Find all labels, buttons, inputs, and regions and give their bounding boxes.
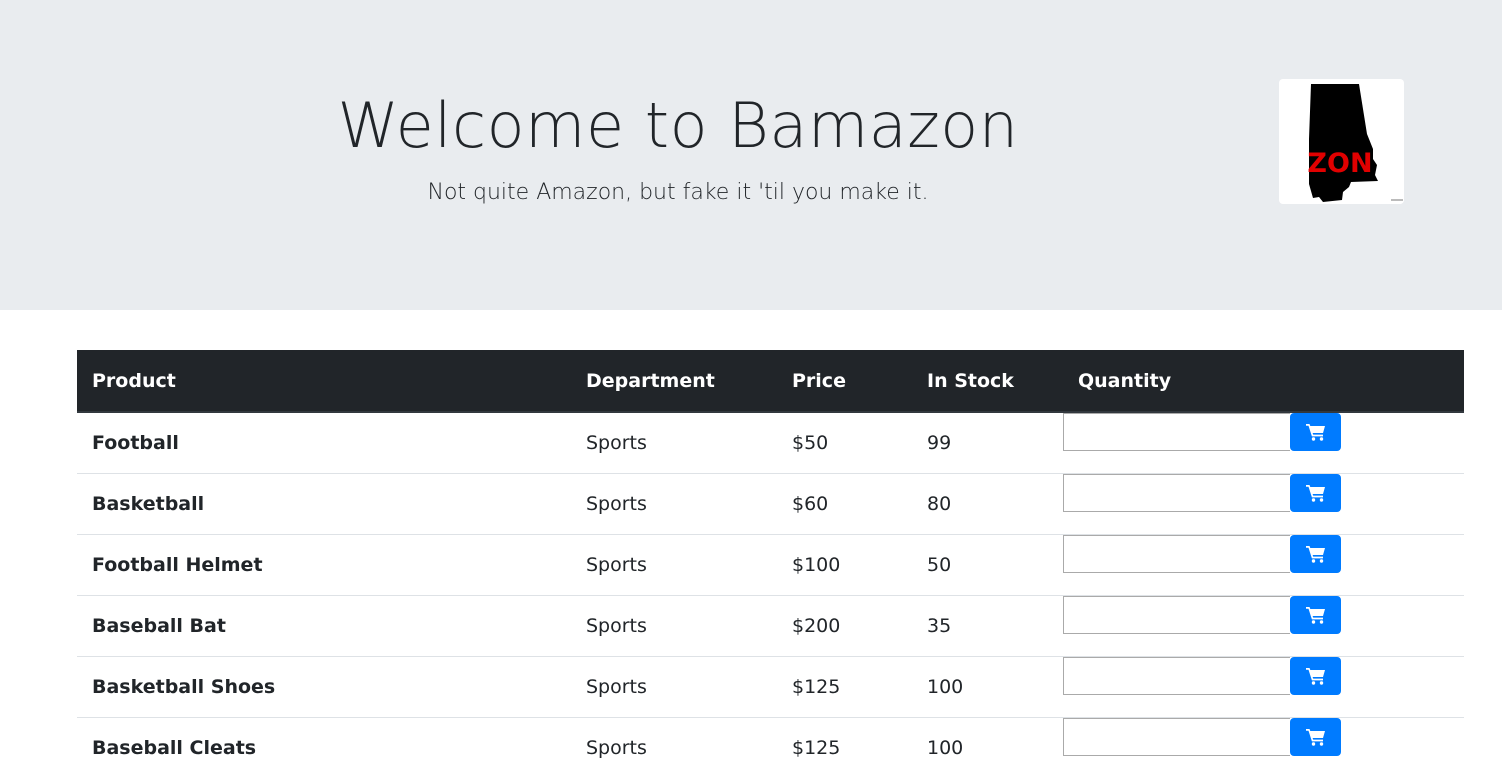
quantity-input[interactable] [1063, 534, 1290, 573]
quantity-input[interactable] [1063, 595, 1290, 634]
product-name: Basketball Shoes [77, 655, 571, 717]
quantity-cell [1063, 412, 1464, 473]
product-price: $60 [777, 472, 912, 534]
quantity-group [1063, 413, 1464, 451]
header-department: Department [571, 350, 777, 413]
add-to-cart-button[interactable] [1290, 534, 1341, 573]
quantity-cell [1063, 533, 1464, 595]
shopping-cart-icon [1305, 484, 1325, 502]
alabama-map-logo: ZON [1307, 84, 1403, 202]
product-stock: 35 [912, 594, 1063, 656]
quantity-group [1063, 534, 1464, 573]
table-row: Baseball Bat Sports $200 35 [77, 594, 1464, 656]
jumbotron: Welcome to Bamazon Not quite Amazon, but… [0, 0, 1502, 310]
product-department: Sports [571, 716, 777, 770]
header-price: Price [777, 350, 912, 413]
product-department: Sports [571, 533, 777, 595]
product-name: Basketball [77, 472, 571, 534]
products-table: Product Department Price In Stock Quanti… [77, 350, 1464, 770]
header-product: Product [77, 350, 571, 413]
table-row: Baseball Cleats Sports $125 100 [77, 716, 1464, 770]
header-in-stock: In Stock [912, 350, 1063, 413]
table-header-row: Product Department Price In Stock Quanti… [77, 350, 1464, 413]
product-price: $125 [777, 716, 912, 770]
table-row: Basketball Sports $60 80 [77, 472, 1464, 534]
product-stock: 99 [927, 431, 952, 454]
quantity-input[interactable] [1063, 717, 1290, 756]
shopping-cart-icon [1305, 667, 1325, 685]
table-row: Football Sports $50 99 [77, 412, 1464, 473]
add-to-cart-button[interactable] [1290, 717, 1341, 756]
quantity-group [1063, 656, 1464, 695]
quantity-cell [1063, 716, 1464, 770]
products-table-container: Product Department Price In Stock Quanti… [77, 350, 1464, 770]
bamazon-logo: ZON [1279, 79, 1404, 204]
quantity-input[interactable] [1063, 473, 1290, 512]
table-row: Football Helmet Sports $100 50 [77, 533, 1464, 595]
quantity-cell [1063, 472, 1464, 534]
product-stock: 80 [912, 472, 1063, 534]
table-row: Basketball Shoes Sports $125 100 [77, 655, 1464, 717]
quantity-group [1063, 595, 1464, 634]
product-price: $50 [792, 431, 829, 454]
shopping-cart-icon [1305, 728, 1325, 746]
product-price: $100 [777, 533, 912, 595]
product-name: Football Helmet [77, 533, 571, 595]
product-stock: 50 [912, 533, 1063, 595]
page-subtitle: Not quite Amazon, but fake it 'til you m… [427, 180, 929, 205]
product-department: Sports [571, 594, 777, 656]
product-name: Baseball Cleats [77, 716, 571, 770]
product-name: Baseball Bat [77, 594, 571, 656]
product-stock: 100 [912, 716, 1063, 770]
quantity-cell [1063, 594, 1464, 656]
shopping-cart-icon [1305, 545, 1325, 563]
page-title: Welcome to Bamazon [337, 89, 1019, 162]
quantity-input[interactable] [1063, 413, 1290, 451]
add-to-cart-button[interactable] [1290, 656, 1341, 695]
add-to-cart-button[interactable] [1290, 413, 1341, 451]
logo-text: ZON [1307, 148, 1372, 179]
product-price: $125 [777, 655, 912, 717]
quantity-input[interactable] [1063, 656, 1290, 695]
header-quantity: Quantity [1063, 350, 1464, 413]
product-price: $200 [777, 594, 912, 656]
product-department: Sports [586, 431, 647, 454]
quantity-group [1063, 717, 1464, 756]
shopping-cart-icon [1305, 606, 1325, 624]
product-stock: 100 [912, 655, 1063, 717]
shopping-cart-icon [1305, 424, 1325, 441]
add-to-cart-button[interactable] [1290, 595, 1341, 634]
add-to-cart-button[interactable] [1290, 473, 1341, 512]
product-department: Sports [571, 655, 777, 717]
product-department: Sports [571, 472, 777, 534]
quantity-group [1063, 473, 1464, 512]
quantity-cell [1063, 655, 1464, 717]
table-body: Football Sports $50 99 Basketball Sports… [77, 412, 1464, 770]
product-name: Football [92, 431, 179, 454]
